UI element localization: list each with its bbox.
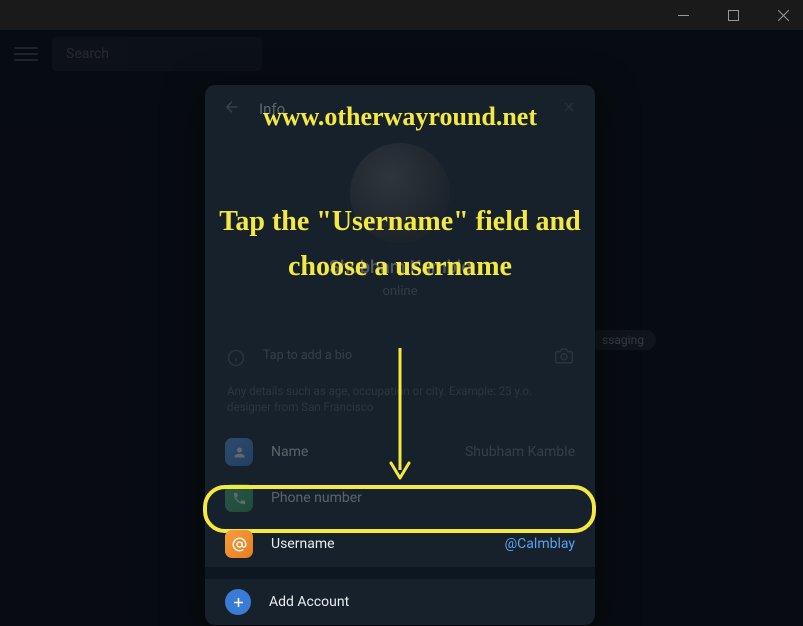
close-icon[interactable] xyxy=(561,99,577,119)
profile-name: Shubham Kamble xyxy=(329,257,471,278)
app-background: ssaging Info Shubham Kamble online Tap t… xyxy=(0,30,803,626)
panel-header: Info xyxy=(205,85,595,133)
maximize-button[interactable] xyxy=(718,0,748,30)
settings-panel: Info Shubham Kamble online Tap to add a … xyxy=(205,85,595,625)
username-value: @Calmblay xyxy=(505,536,575,552)
window-titlebar xyxy=(0,0,803,30)
add-account-row[interactable]: Add Account xyxy=(205,579,595,625)
phone-label: Phone number xyxy=(271,490,362,506)
bio-row[interactable]: Tap to add a bio xyxy=(205,329,595,379)
profile-block: Shubham Kamble online xyxy=(205,133,595,329)
close-button[interactable] xyxy=(768,0,798,30)
info-icon xyxy=(227,349,245,371)
profile-status: online xyxy=(383,284,418,299)
panel-title: Info xyxy=(259,100,285,118)
username-label: Username xyxy=(271,536,335,552)
name-value: Shubham Kamble xyxy=(465,444,575,460)
user-icon xyxy=(225,438,253,466)
avatar[interactable] xyxy=(350,143,450,243)
back-arrow-icon[interactable] xyxy=(223,98,241,120)
username-row[interactable]: Username @Calmblay xyxy=(205,521,595,567)
plus-icon xyxy=(225,589,251,615)
name-label: Name xyxy=(271,444,308,460)
phone-row[interactable]: Phone number xyxy=(205,475,595,521)
name-row[interactable]: Name Shubham Kamble xyxy=(205,429,595,475)
minimize-button[interactable] xyxy=(668,0,698,30)
bio-info-text: Any details such as age, occupation or c… xyxy=(205,379,595,429)
phone-icon xyxy=(225,484,253,512)
bio-text: Tap to add a bio xyxy=(263,347,352,366)
camera-icon[interactable] xyxy=(555,347,573,369)
at-icon xyxy=(225,530,253,558)
add-account-label: Add Account xyxy=(269,594,349,610)
separator xyxy=(205,567,595,579)
